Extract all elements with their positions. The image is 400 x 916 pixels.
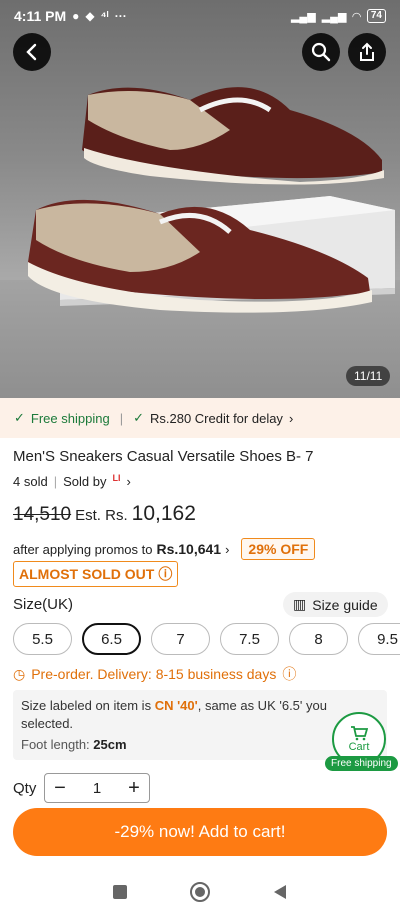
wifi-icon: ◠: [352, 10, 361, 23]
app-icon: ◆: [85, 9, 95, 23]
foot-length: Foot length: 25cm: [21, 737, 127, 752]
promo-amount: Rs.10,641: [156, 541, 222, 557]
signal-small-icon: ⁴ᴵ: [100, 9, 109, 23]
credit-label: Rs.280 Credit for delay: [149, 410, 283, 426]
qty-label: Qty: [13, 780, 37, 797]
size-option[interactable]: 7.5: [220, 623, 279, 655]
original-price: 14,510: [13, 504, 72, 525]
chevron-right-icon[interactable]: ›: [126, 474, 130, 489]
add-to-cart-button[interactable]: -29% now! Add to cart!: [13, 808, 387, 856]
promo-text: after applying promos to: [13, 541, 153, 557]
free-shipping-label: Free shipping: [30, 410, 110, 426]
status-time: 4:11 PM: [14, 8, 67, 24]
size-info-text: Size labeled on item is CN '40', same as…: [21, 698, 327, 731]
size-label: Size(UK): [13, 596, 74, 613]
recent-apps-icon[interactable]: [110, 882, 130, 902]
home-icon[interactable]: [189, 881, 211, 903]
chevron-right-icon: ›: [288, 410, 294, 426]
sold-info: 4 sold | Sold by LI ›: [13, 473, 131, 490]
size-option[interactable]: 9.5: [358, 623, 400, 655]
clock-icon: ◷: [13, 665, 26, 682]
chevron-left-icon: [26, 43, 37, 61]
ruler-icon: ▥: [293, 596, 307, 612]
free-shipping-tag: Free shipping: [325, 756, 398, 771]
cn-size: CN '40': [154, 698, 198, 713]
product-photo: [28, 87, 395, 313]
size-options: 5.5 6.5 7 7.5 8 9.5: [13, 623, 400, 655]
check-icon-2: ✓: [133, 410, 144, 425]
notification-icon: ●: [72, 9, 80, 23]
preorder-text: Pre-order. Delivery: 8-15 business days: [31, 666, 277, 682]
size-option[interactable]: 5.5: [13, 623, 72, 655]
promo-row[interactable]: after applying promos to Rs.10,641 › 29%…: [13, 538, 316, 560]
size-guide-label: Size guide: [312, 596, 378, 613]
size-info-box: Size labeled on item is CN '40', same as…: [13, 690, 387, 760]
sold-by-label[interactable]: Sold by: [63, 474, 106, 489]
size-option[interactable]: 7: [151, 623, 210, 655]
stock-badge-label: ALMOST SOLD OUT: [19, 566, 155, 582]
signal-icon-2: ▂▄▆: [321, 10, 347, 23]
sold-count: 4 sold: [13, 474, 48, 489]
quantity-stepper: − 1 +: [44, 773, 150, 803]
battery-icon: 74: [366, 9, 386, 23]
cart-icon: [351, 726, 368, 741]
status-bar: 4:11 PM ● ◆ ⁴ᴵ ··· ▂▄▆ ▂▄▆ ◠ 74: [0, 0, 400, 32]
share-button[interactable]: [348, 33, 386, 71]
question-icon: ⓘ: [282, 666, 297, 682]
stock-badge[interactable]: ALMOST SOLD OUT ⓘ: [13, 561, 179, 587]
system-nav-bar: [0, 868, 400, 916]
divider: |: [119, 410, 124, 426]
quantity-value[interactable]: 1: [75, 780, 119, 797]
est-label: Est. Rs.: [75, 507, 128, 524]
cart-label: Cart: [348, 741, 370, 753]
increment-button[interactable]: +: [119, 777, 149, 800]
more-icon: ···: [114, 9, 127, 23]
back-nav-icon[interactable]: [270, 882, 290, 902]
decrement-button[interactable]: −: [45, 777, 75, 800]
product-title: Men'S Sneakers Casual Versatile Shoes B-…: [13, 448, 314, 465]
check-icon: ✓: [14, 410, 25, 425]
size-option[interactable]: 8: [289, 623, 348, 655]
image-counter: 11/11: [346, 366, 391, 386]
search-button[interactable]: [302, 33, 340, 71]
chevron-right-icon: ›: [225, 541, 230, 557]
signal-icon: ▂▄▆: [290, 10, 316, 23]
divider: |: [53, 474, 58, 489]
discount-badge: 29% OFF: [241, 538, 316, 560]
size-option-selected[interactable]: 6.5: [82, 623, 141, 655]
price-row: 14,510 Est. Rs. 10,162: [13, 502, 196, 526]
share-icon: [360, 42, 374, 61]
current-price: 10,162: [131, 502, 196, 525]
question-icon: ⓘ: [158, 566, 173, 582]
seller-logo[interactable]: LI: [112, 473, 120, 483]
product-image[interactable]: 4:11 PM ● ◆ ⁴ᴵ ··· ▂▄▆ ▂▄▆ ◠ 74 11/11: [0, 0, 400, 398]
search-icon: [311, 42, 331, 62]
shipping-banner[interactable]: ✓ Free shipping | ✓ Rs.280 Credit for de…: [0, 398, 400, 438]
back-button[interactable]: [13, 33, 51, 71]
size-guide-button[interactable]: ▥ Size guide: [283, 592, 388, 617]
preorder-notice[interactable]: ◷ Pre-order. Delivery: 8-15 business day…: [13, 664, 296, 684]
